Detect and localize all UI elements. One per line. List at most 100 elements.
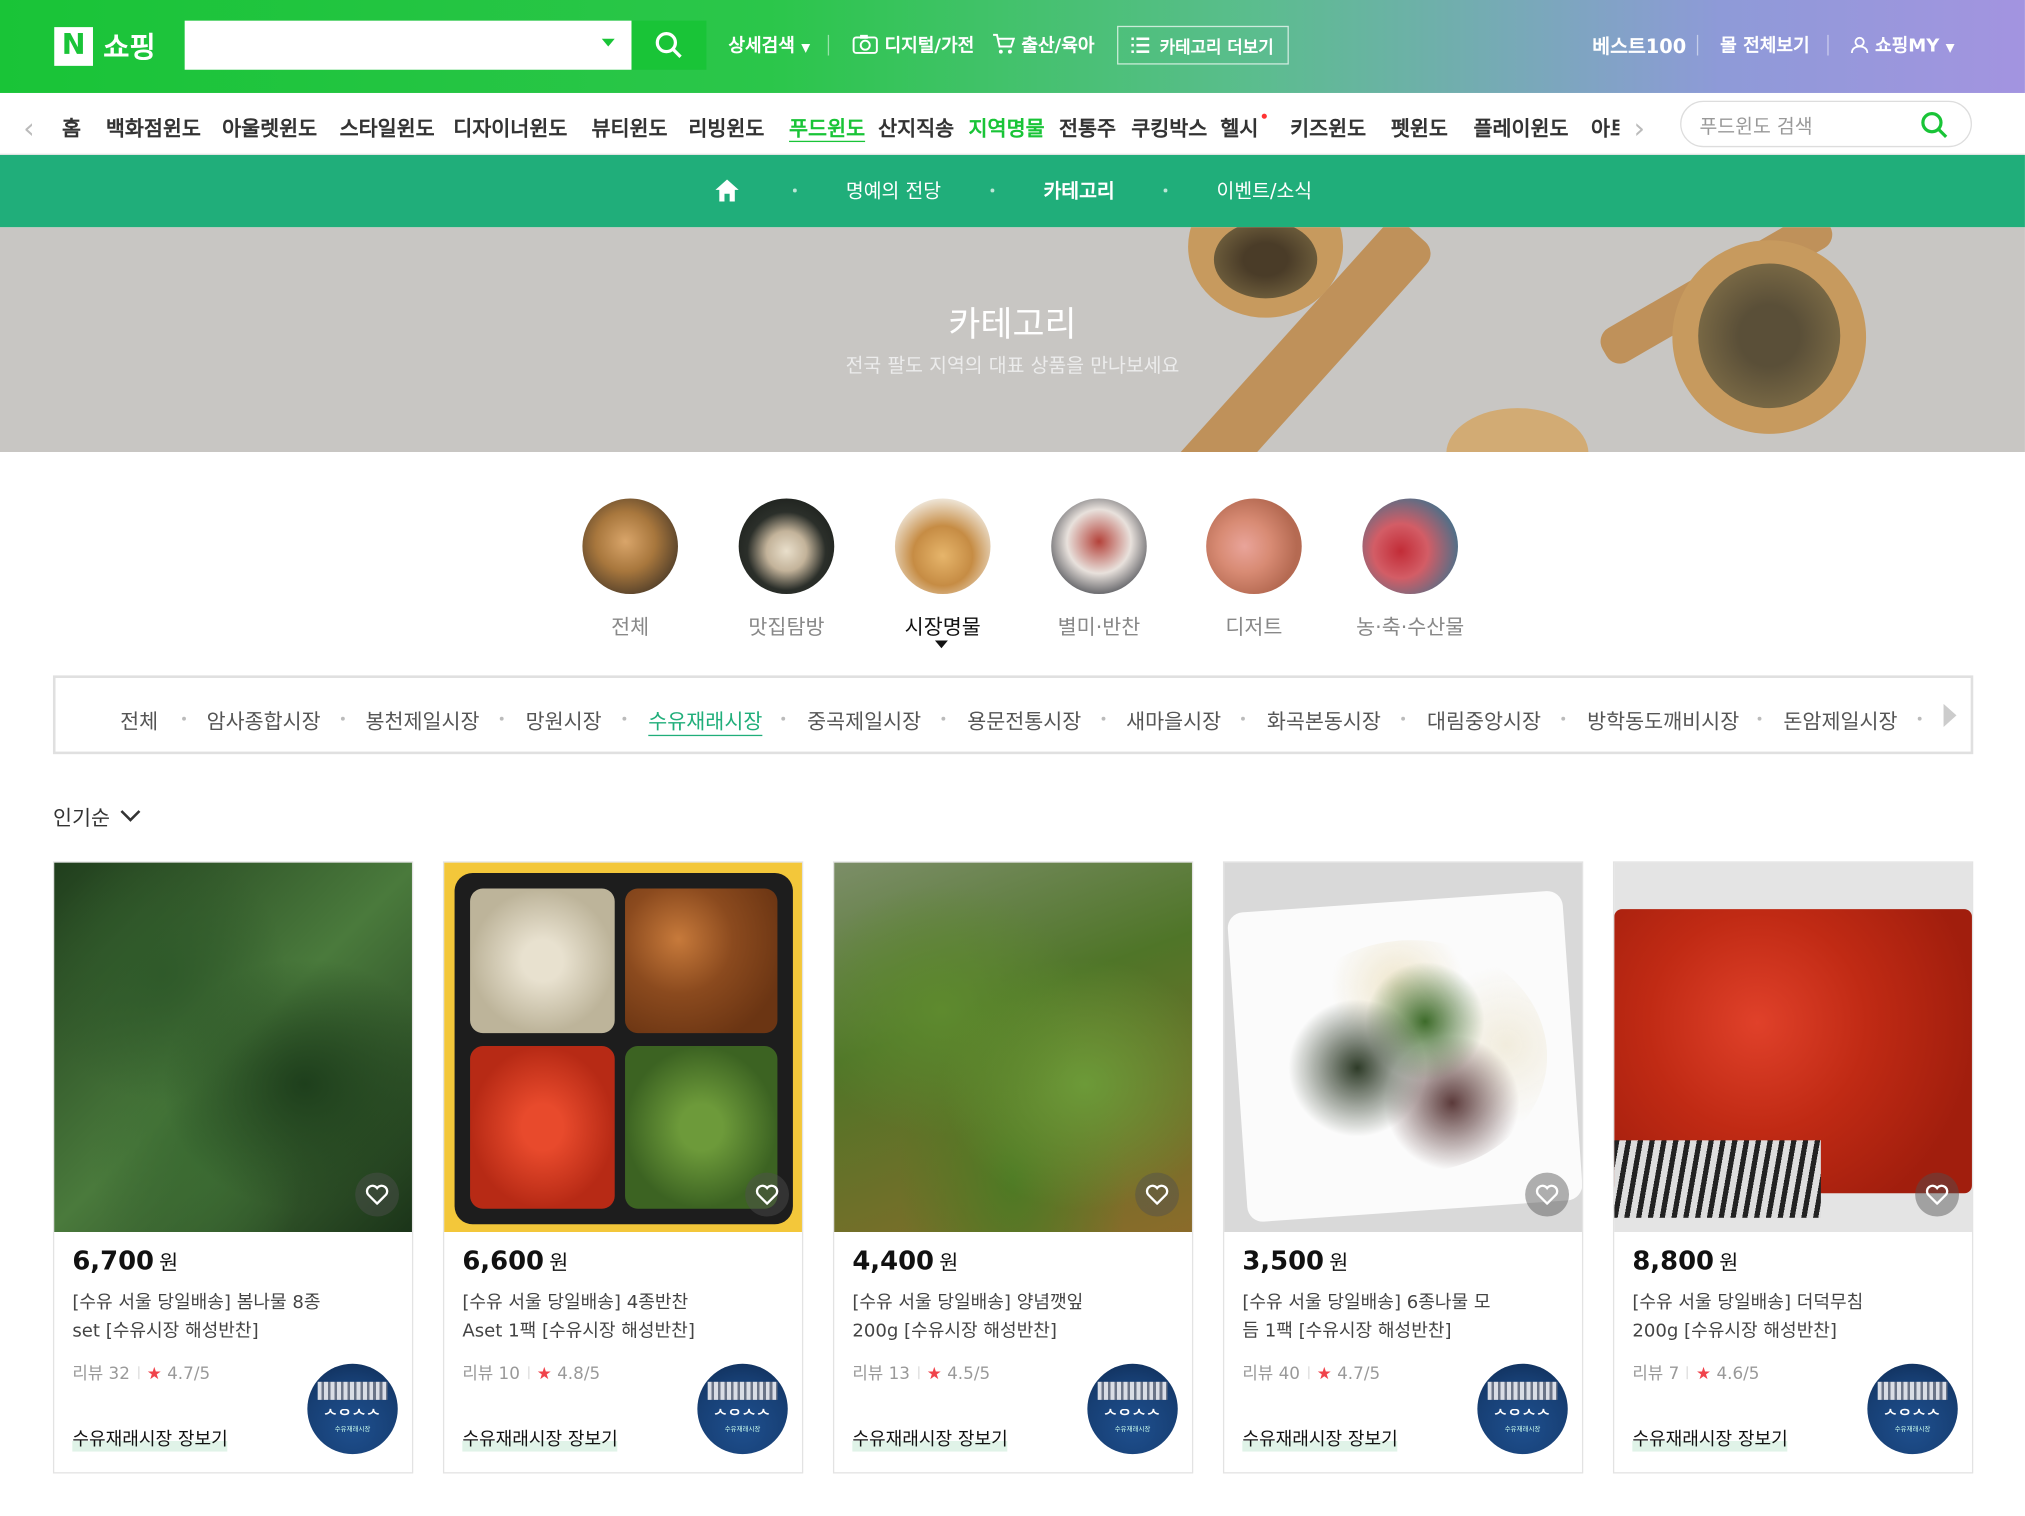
window-nav-item[interactable]: 아트 (1591, 111, 1619, 142)
store-logo[interactable]: ᄉᄋᄉᄉ 수유재래시장 (1867, 1363, 1958, 1455)
window-nav-item[interactable]: 쿠킹박스 (1131, 111, 1207, 142)
window-nav-item[interactable]: 펫윈도 (1391, 111, 1448, 142)
wishlist-button[interactable] (745, 1172, 790, 1217)
window-nav-item[interactable]: 지역명물 (969, 111, 1045, 142)
market-tab[interactable]: 돈암제일시장 (1783, 704, 1897, 735)
best100-link[interactable]: 베스트100 (1592, 32, 1686, 59)
chevron-left-icon[interactable]: ‹ (23, 114, 34, 146)
product-title[interactable]: [수유 서울 당일배송] 양념깻잎 200g [수유시장 해성반찬] (852, 1289, 1110, 1346)
wishlist-button[interactable] (1915, 1172, 1960, 1217)
store-logo[interactable]: ᄉᄋᄉᄉ 수유재래시장 (1477, 1363, 1568, 1455)
star-icon: ★ (536, 1365, 552, 1385)
window-search-field[interactable]: 푸드윈도 검색 (1680, 100, 1972, 148)
home-icon[interactable] (714, 178, 740, 203)
circle-category-label-active: 시장명물 (904, 614, 981, 640)
window-nav-item[interactable]: 키즈윈도 (1290, 111, 1366, 142)
shopping-my-label: 쇼핑MY (1874, 36, 1940, 57)
market-tab[interactable]: 중곡제일시장 (807, 704, 921, 735)
category-image (1206, 498, 1302, 595)
product-card[interactable]: 8,800 원 [수유 서울 당일배송] 더덕무침 200g [수유시장 해성반찬… (1612, 861, 1974, 1474)
window-nav-item[interactable]: 홈 (62, 111, 81, 142)
circle-category-dessert[interactable]: 디저트 (1206, 498, 1302, 639)
market-tab[interactable]: 전체 (120, 704, 158, 735)
detail-search-link[interactable]: 상세검색 ▼ (728, 32, 810, 58)
market-tab-active[interactable]: 수유재래시장 (648, 704, 762, 735)
market-tab[interactable]: 대림중앙시장 (1427, 704, 1541, 735)
food-nav-item-active[interactable]: 카테고리 (1043, 177, 1114, 204)
product-image[interactable] (1614, 862, 1972, 1232)
window-nav-item-active[interactable]: 푸드윈도 (789, 111, 865, 142)
circle-category-all[interactable]: 전체 (582, 498, 678, 639)
review-count: 32 (108, 1365, 130, 1385)
product-card[interactable]: 6,700 원 [수유 서울 당일배송] 봄나물 8종set [수유시장 해성반찬… (52, 861, 414, 1474)
search-button[interactable] (631, 20, 707, 70)
market-tab[interactable]: 새마을시장 (1126, 704, 1221, 735)
store-link[interactable]: 수유재래시장 장보기 (1632, 1425, 1788, 1452)
food-nav-item[interactable]: 이벤트/소식 (1216, 177, 1312, 204)
window-nav-item[interactable]: 전통주 (1059, 111, 1116, 142)
digital-appliance-link[interactable]: 디지털/가전 (852, 32, 974, 58)
store-logo[interactable]: ᄉᄋᄉᄉ 수유재래시장 (1087, 1363, 1178, 1455)
banner-subtitle: 전국 팔도 지역의 대표 상품을 만나보세요 (845, 353, 1180, 378)
review-label: 리뷰 (1242, 1365, 1274, 1385)
search-dropdown-caret-icon[interactable] (601, 38, 615, 47)
store-link[interactable]: 수유재래시장 장보기 (1242, 1425, 1398, 1452)
window-nav-item[interactable]: 산지직송 (878, 111, 954, 142)
circle-category-produce[interactable]: 농·축·수산물 (1356, 498, 1464, 639)
window-nav-item[interactable]: 헬시 (1220, 111, 1258, 142)
market-tab[interactable]: 망원시장 (526, 704, 602, 735)
product-price: 3,500 원 (1242, 1245, 1348, 1276)
product-card[interactable]: 4,400 원 [수유 서울 당일배송] 양념깻잎 200g [수유시장 해성반찬… (832, 861, 1194, 1474)
product-price: 6,600 원 (462, 1245, 568, 1276)
market-tab[interactable]: 화곡본동시장 (1267, 704, 1381, 735)
store-link[interactable]: 수유재래시장 장보기 (72, 1425, 228, 1452)
market-tab[interactable]: 봉천제일시장 (365, 704, 479, 735)
search-icon[interactable] (1919, 110, 1950, 141)
product-title[interactable]: [수유 서울 당일배송] 봄나물 8종set [수유시장 해성반찬] (72, 1289, 330, 1346)
shopping-my-link[interactable]: 쇼핑MY ▼ (1850, 32, 1955, 58)
product-card[interactable]: 6,600 원 [수유 서울 당일배송] 4종반찬 Aset 1팩 [수유시장 해… (442, 861, 804, 1474)
price-value: 8,800 (1632, 1244, 1715, 1276)
product-title[interactable]: [수유 서울 당일배송] 더덕무침 200g [수유시장 해성반찬] (1632, 1289, 1890, 1346)
divider (137, 1366, 139, 1380)
circle-category-restaurant[interactable]: 맛집탐방 (738, 498, 835, 639)
store-link[interactable]: 수유재래시장 장보기 (852, 1425, 1008, 1452)
search-input[interactable] (184, 20, 632, 70)
product-image[interactable] (834, 862, 1192, 1232)
circle-category-market[interactable]: 시장명물 (894, 498, 991, 639)
category-more-button[interactable]: 카테고리 더보기 (1117, 25, 1289, 65)
shopping-logo-text[interactable]: 쇼핑 (103, 25, 155, 66)
product-title[interactable]: [수유 서울 당일배송] 4종반찬 Aset 1팩 [수유시장 해성반찬] (462, 1289, 720, 1346)
store-link[interactable]: 수유재래시장 장보기 (462, 1425, 618, 1452)
product-image[interactable] (1224, 862, 1582, 1232)
window-nav-item[interactable]: 백화점윈도 (106, 111, 201, 142)
store-logo[interactable]: ᄉᄋᄉᄉ 수유재래시장 (307, 1363, 398, 1455)
food-nav-item[interactable]: 명예의 전당 (846, 177, 941, 204)
window-nav-item[interactable]: 뷰티윈도 (591, 111, 667, 142)
wishlist-button[interactable] (355, 1172, 400, 1217)
window-nav-item[interactable]: 플레이윈도 (1473, 111, 1568, 142)
product-card[interactable]: 3,500 원 [수유 서울 당일배송] 6종나물 모듬 1팩 [수유시장 해성반… (1222, 861, 1584, 1474)
market-tab[interactable]: 방학동도깨비시장 (1587, 704, 1739, 735)
naver-logo[interactable]: N (54, 27, 93, 66)
chevron-right-icon[interactable]: › (1634, 114, 1645, 146)
window-nav-item[interactable]: 디자이너윈도 (453, 111, 567, 142)
mall-all-link[interactable]: 몰 전체보기 (1720, 32, 1809, 58)
baby-link[interactable]: 출산/육아 (992, 32, 1094, 58)
rating: 4.6/5 (1716, 1365, 1760, 1385)
wishlist-button[interactable] (1135, 1172, 1180, 1217)
product-image[interactable] (444, 862, 802, 1232)
window-nav-item[interactable]: 리빙윈도 (688, 111, 764, 142)
window-nav-item[interactable]: 스타일윈도 (340, 111, 435, 142)
market-tab[interactable]: 용문전통시장 (967, 704, 1081, 735)
wishlist-button[interactable] (1525, 1172, 1570, 1217)
product-title[interactable]: [수유 서울 당일배송] 6종나물 모듬 1팩 [수유시장 해성반찬] (1242, 1289, 1500, 1346)
store-logo[interactable]: ᄉᄋᄉᄉ 수유재래시장 (697, 1363, 788, 1455)
chevron-right-icon[interactable] (1943, 703, 1957, 728)
market-tab[interactable]: 암사종합시장 (207, 704, 321, 735)
window-nav-item[interactable]: 아울렛윈도 (222, 111, 317, 142)
star-icon: ★ (926, 1365, 942, 1385)
circle-category-sidedish[interactable]: 별미·반찬 (1051, 498, 1147, 639)
sort-dropdown[interactable]: 인기순 (53, 801, 141, 832)
product-image[interactable] (54, 862, 412, 1232)
